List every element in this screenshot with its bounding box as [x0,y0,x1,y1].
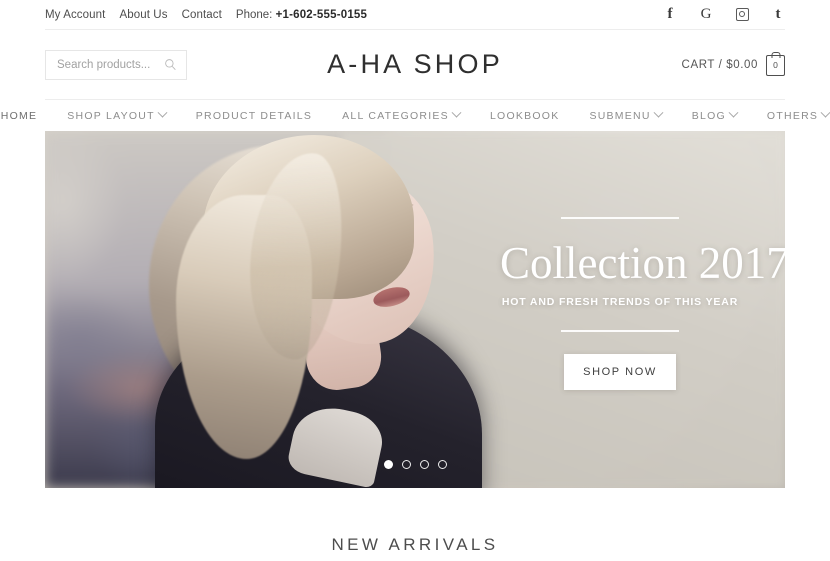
cart-total-label: CART / $0.00 [681,58,758,71]
hero-title: Collection 2017 [500,238,785,288]
facebook-icon[interactable]: f [663,7,677,23]
hero-subtitle: HOT AND FRESH TRENDS OF THIS YEAR [501,295,739,308]
carousel-dot-3[interactable] [419,460,429,469]
carousel-dot-2[interactable] [401,460,411,469]
nav-item-shop-layout[interactable]: SHOP LAYOUT [67,107,168,122]
hero-wrapper: Collection 2017 HOT AND FRESH TRENDS OF … [0,131,830,488]
nav-label: PRODUCT DETAILS [195,109,313,122]
search-box[interactable] [45,49,187,80]
topbar-phone-label: Phone: [235,8,273,21]
chevron-down-icon [728,107,739,118]
topbar-link-about-us[interactable]: About Us [119,9,167,21]
hero-rule-bottom [561,329,679,332]
chevron-down-icon [653,107,664,118]
social-links: f G t [663,7,785,23]
tumblr-icon[interactable]: t [771,7,785,23]
chevron-down-icon [820,107,830,118]
instagram-glyph [735,8,749,21]
shop-now-button[interactable]: SHOP NOW [564,353,676,390]
topbar-phone-number[interactable]: +1-602-555-0155 [276,9,368,21]
page-root: My Account About Us Contact Phone: +1-60… [0,0,830,561]
nav-label: OTHERS [766,109,819,122]
top-bar: My Account About Us Contact Phone: +1-60… [0,0,830,29]
nav-label: SUBMENU [589,109,651,122]
hero-carousel[interactable]: Collection 2017 HOT AND FRESH TRENDS OF … [45,131,785,488]
nav-item-home[interactable]: HOME [1,110,38,122]
nav-item-all-categories[interactable]: ALL CATEGORIES [342,107,462,122]
topbar-phone: Phone: +1-602-555-0155 [236,9,367,21]
nav-label: SHOP LAYOUT [67,109,155,122]
nav-label: HOME [0,109,38,122]
carousel-dot-4[interactable] [437,460,447,469]
nav-label: BLOG [691,109,726,122]
nav-item-lookbook[interactable]: LOOKBOOK [490,110,560,122]
nav-item-blog[interactable]: BLOG [691,107,739,122]
cart-count: 0 [773,60,778,71]
instagram-icon[interactable] [735,7,749,23]
nav-item-others[interactable]: OTHERS [766,107,830,122]
new-arrivals-heading: NEW ARRIVALS [331,535,499,554]
carousel-dot-1[interactable] [383,460,393,469]
hero-content: Collection 2017 HOT AND FRESH TRENDS OF … [500,217,785,390]
search-input[interactable] [55,57,164,72]
hero-rule-top [561,217,679,219]
site-header: A-HA SHOP CART / $0.00 0 [0,30,830,99]
nav-item-product-details[interactable]: PRODUCT DETAILS [196,110,312,122]
nav-label: ALL CATEGORIES [342,109,449,122]
nav-item-submenu[interactable]: SUBMENU [589,107,664,122]
top-bar-links: My Account About Us Contact Phone: +1-60… [45,9,367,21]
cart-widget[interactable]: CART / $0.00 0 [682,53,785,76]
chevron-down-icon [157,107,168,118]
search-icon [165,59,176,71]
nav-label: LOOKBOOK [489,109,560,122]
hero-model-figure [148,131,489,488]
topbar-link-my-account[interactable]: My Account [45,9,105,21]
main-navigation: HOME SHOP LAYOUT PRODUCT DETAILS ALL CAT… [0,100,830,131]
carousel-dots [45,460,785,469]
chevron-down-icon [451,107,462,118]
google-icon[interactable]: G [699,7,713,23]
topbar-link-contact[interactable]: Contact [182,9,222,21]
shopping-bag-icon[interactable]: 0 [766,55,785,76]
